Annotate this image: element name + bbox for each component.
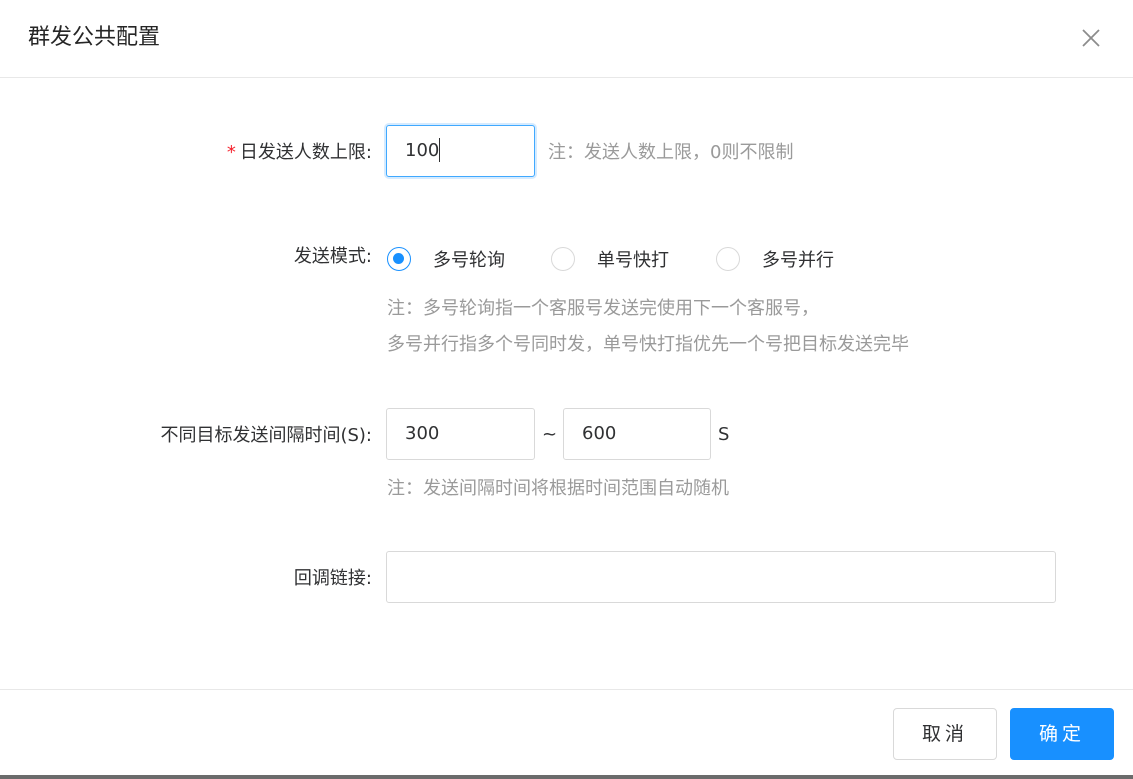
radio-multi-poll[interactable]: 多号轮询 [387,245,505,273]
send-mode-note-line2: 多号并行指多个号同时发，单号快打指优先一个号把目标发送完毕 [387,334,909,355]
close-button[interactable] [1075,22,1107,54]
dialog-title: 群发公共配置 [28,25,161,50]
send-mode-note-line1: 注：多号轮询指一个客服号发送完使用下一个客服号， [387,298,819,319]
daily-limit-label-text: 日发送人数上限: [239,142,372,163]
cancel-button[interactable]: 取消 [893,708,997,760]
required-mark: * [226,142,236,163]
text-caret [439,137,441,162]
daily-limit-label: * 日发送人数上限: [0,141,372,165]
ok-button[interactable]: 确定 [1010,708,1114,760]
config-dialog: 群发公共配置 * 日发送人数上限: 100 注：发送人数上限，0则不限制 发送模式… [0,0,1133,779]
radio-multi-poll-label: 多号轮询 [433,250,505,271]
dialog-header: 群发公共配置 [0,0,1133,78]
send-mode-label: 发送模式: [293,246,372,267]
radio-single-fast-label: 单号快打 [597,250,669,271]
radio-single-fast[interactable]: 单号快打 [551,245,669,273]
radio-unchecked-icon [551,247,575,271]
radio-multi-parallel[interactable]: 多号并行 [716,245,834,273]
daily-limit-note: 注：发送人数上限，0则不限制 [548,142,794,163]
interval-max-input[interactable]: 600 [563,408,711,460]
dialog-footer: 取消 确定 [0,689,1133,776]
daily-limit-value: 100 [405,140,440,161]
radio-checked-icon [387,247,411,271]
callback-url-input[interactable] [386,551,1056,603]
daily-limit-input[interactable]: 100 [386,125,535,177]
interval-separator: ~ [542,424,558,445]
callback-label: 回调链接: [293,568,372,589]
radio-multi-parallel-label: 多号并行 [762,250,834,271]
interval-min-input[interactable]: 300 [386,408,535,460]
radio-unchecked-icon [716,247,740,271]
interval-note: 注：发送间隔时间将根据时间范围自动随机 [387,478,729,499]
interval-label: 不同目标发送间隔时间(S): [160,425,372,446]
interval-unit: S [718,424,730,445]
close-icon [1082,29,1100,47]
